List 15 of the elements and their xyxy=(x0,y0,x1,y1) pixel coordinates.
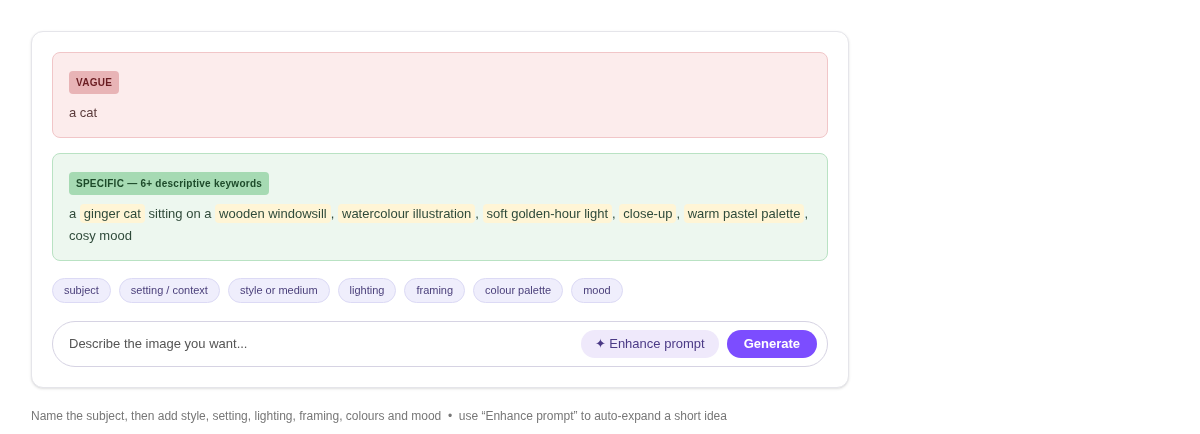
keyword-chip[interactable]: mood xyxy=(571,278,623,303)
keyword-chip[interactable]: setting / context xyxy=(118,278,220,303)
keyword-chip[interactable]: lighting xyxy=(337,278,397,303)
example-badge: SPECIFIC — 6+ descriptive keywords xyxy=(69,172,270,195)
generate-button[interactable]: Generate xyxy=(726,330,817,358)
example-badge: VAGUE xyxy=(69,71,120,94)
example-text: a ginger cat sitting on a wooden windowsill , watercolour illustration , soft golden-hour light , close-up , warm pastel palette , cosy mood xyxy=(69,203,809,245)
keyword-chip[interactable]: subject xyxy=(52,278,111,303)
keyword-chip[interactable]: style or medium xyxy=(227,278,330,303)
keyword-chip[interactable]: framing xyxy=(404,278,466,303)
prompt-input[interactable]: Describe the image you want... xyxy=(69,334,573,354)
hint-text: Name the subject, then add style, setting, lighting, framing, colours and mood • use “Enhance prompt” to auto-expand a short idea xyxy=(31,408,728,425)
example-text: a cat xyxy=(69,104,99,122)
enhance-button[interactable]: ✦ Enhance prompt xyxy=(580,330,719,358)
keyword-chip[interactable]: colour palette xyxy=(473,278,564,303)
